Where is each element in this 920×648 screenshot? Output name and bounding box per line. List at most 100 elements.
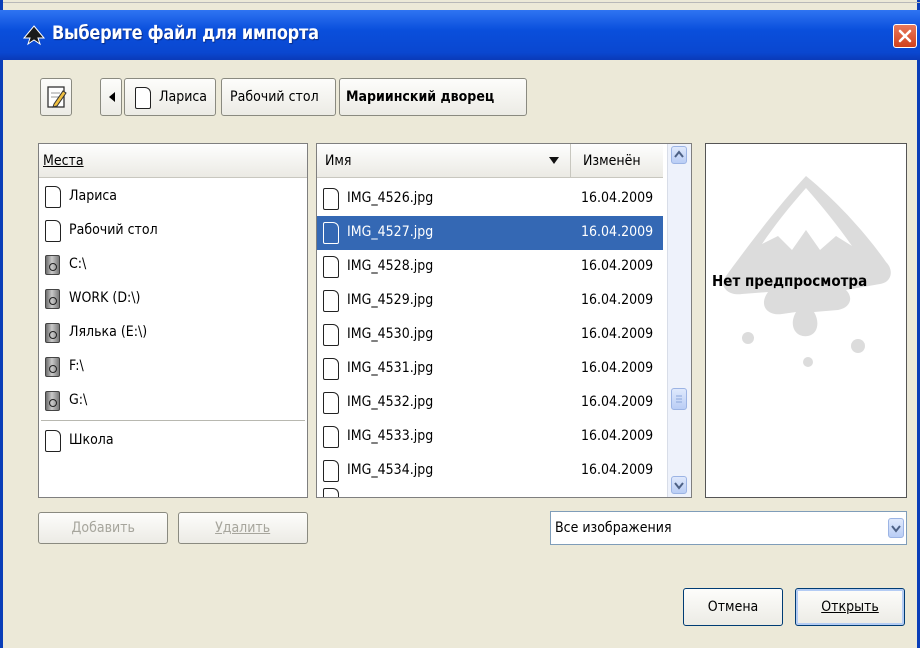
drive-icon xyxy=(45,255,60,275)
file-row-selected[interactable]: IMG_4527.jpg 16.04.2009 xyxy=(317,216,663,250)
left-arrow-icon xyxy=(109,92,115,102)
preview-panel: Нет предпросмотра xyxy=(705,143,907,498)
file-icon xyxy=(323,358,339,380)
places-header-label: Места xyxy=(43,153,84,169)
crumb-label: Лариса xyxy=(159,89,208,105)
file-icon xyxy=(323,188,339,210)
column-modified-label: Изменён xyxy=(583,153,641,169)
file-name: IMG_4533.jpg xyxy=(347,428,434,444)
places-header[interactable]: Места xyxy=(39,144,307,178)
inkscape-icon xyxy=(22,25,46,46)
path-crumb-current[interactable]: Мариинский дворец xyxy=(339,78,527,116)
file-type-filter[interactable]: Все изображения xyxy=(550,511,907,545)
column-header-modified[interactable]: Изменён xyxy=(571,144,663,178)
file-date: 16.04.2009 xyxy=(581,360,654,376)
file-name: IMG_4531.jpg xyxy=(347,360,434,376)
places-item[interactable]: Школа xyxy=(39,424,307,458)
file-row[interactable]: IMG_4529.jpg 16.04.2009 xyxy=(317,284,663,318)
dialog-title: Выберите файл для импорта xyxy=(52,22,319,44)
places-item-label: C:\ xyxy=(69,256,87,272)
file-date: 16.04.2009 xyxy=(581,462,654,478)
file-icon xyxy=(323,290,339,312)
cancel-button[interactable]: Отмена xyxy=(683,588,783,626)
crumb-label: Рабочий стол xyxy=(230,89,319,105)
file-row[interactable]: IMG_4532.jpg 16.04.2009 xyxy=(317,386,663,420)
file-icon xyxy=(323,426,339,448)
file-type-filter-value: Все изображения xyxy=(555,520,672,536)
files-panel: Имя Изменён IMG_4526.jpg 16.04.2009 IMG_… xyxy=(316,143,692,498)
file-row[interactable]: IMG_4528.jpg 16.04.2009 xyxy=(317,250,663,284)
remove-place-label: Удалить xyxy=(215,520,271,536)
places-item[interactable]: Лариса xyxy=(39,180,307,214)
places-item-label: G:\ xyxy=(69,392,88,408)
file-date: 16.04.2009 xyxy=(581,428,654,444)
partial-file-row xyxy=(323,488,339,497)
places-item-label: WORK (D:\) xyxy=(69,290,141,306)
places-item[interactable]: WORK (D:\) xyxy=(39,282,307,316)
file-icon xyxy=(323,256,339,278)
column-name-label: Имя xyxy=(325,153,352,169)
file-row[interactable]: IMG_4531.jpg 16.04.2009 xyxy=(317,352,663,386)
drive-icon xyxy=(45,357,60,377)
places-separator xyxy=(41,420,305,421)
files-scrollbar[interactable] xyxy=(667,144,691,497)
folder-icon xyxy=(45,220,61,242)
column-header-name[interactable]: Имя xyxy=(317,144,571,178)
places-item-label: Лялька (E:\) xyxy=(69,324,148,340)
folder-icon xyxy=(45,430,61,452)
drive-icon xyxy=(45,323,60,343)
file-icon xyxy=(323,460,339,482)
file-date: 16.04.2009 xyxy=(581,224,654,240)
places-item-label: Рабочий стол xyxy=(69,222,158,238)
file-row[interactable]: IMG_4534.jpg 16.04.2009 xyxy=(317,454,663,488)
places-item[interactable]: Рабочий стол xyxy=(39,214,307,248)
file-name: IMG_4532.jpg xyxy=(347,394,434,410)
file-name: IMG_4534.jpg xyxy=(347,462,434,478)
file-icon xyxy=(323,222,339,244)
edit-location-icon xyxy=(47,86,67,108)
filter-dropdown-button[interactable] xyxy=(888,518,904,538)
open-button[interactable]: Открыть xyxy=(795,588,905,626)
file-row[interactable]: IMG_4526.jpg 16.04.2009 xyxy=(317,182,663,216)
places-item-label: Лариса xyxy=(69,188,118,204)
grip-icon xyxy=(676,395,682,403)
file-name: IMG_4529.jpg xyxy=(347,292,434,308)
file-icon xyxy=(323,324,339,346)
path-back-button[interactable] xyxy=(100,78,122,116)
scroll-up-button[interactable] xyxy=(671,146,687,164)
file-date: 16.04.2009 xyxy=(581,258,654,274)
remove-place-button[interactable]: Удалить xyxy=(178,512,308,544)
drive-icon xyxy=(45,391,60,411)
places-item[interactable]: Лялька (E:\) xyxy=(39,316,307,350)
path-crumb-home[interactable]: Лариса xyxy=(124,78,216,116)
places-item[interactable]: G:\ xyxy=(39,384,307,418)
close-button[interactable] xyxy=(893,24,917,48)
add-place-button[interactable]: Добавить xyxy=(38,512,168,544)
places-item-label: F:\ xyxy=(69,358,84,374)
folder-icon xyxy=(135,87,151,109)
places-panel: Места Лариса Рабочий стол C:\ WORK (D:\)… xyxy=(38,143,308,498)
places-item[interactable]: F:\ xyxy=(39,350,307,384)
open-label: Открыть xyxy=(821,599,879,615)
file-icon xyxy=(323,392,339,414)
path-crumb-desktop[interactable]: Рабочий стол xyxy=(221,78,336,116)
drive-icon xyxy=(45,289,60,309)
places-item[interactable]: C:\ xyxy=(39,248,307,282)
crumb-label: Мариинский дворец xyxy=(346,89,495,105)
file-name: IMG_4530.jpg xyxy=(347,326,434,342)
no-preview-label: Нет предпросмотра xyxy=(712,272,868,290)
edit-location-button[interactable] xyxy=(40,78,72,116)
file-row[interactable]: IMG_4530.jpg 16.04.2009 xyxy=(317,318,663,352)
scroll-thumb[interactable] xyxy=(671,388,687,410)
file-name: IMG_4526.jpg xyxy=(347,190,434,206)
scroll-down-button[interactable] xyxy=(671,476,687,494)
close-icon xyxy=(898,29,912,43)
file-row[interactable]: IMG_4533.jpg 16.04.2009 xyxy=(317,420,663,454)
up-arrow-icon xyxy=(674,150,684,158)
down-arrow-icon xyxy=(674,482,684,490)
title-bar[interactable]: Выберите файл для импорта xyxy=(0,10,920,60)
places-item-label: Школа xyxy=(69,432,114,448)
file-name: IMG_4528.jpg xyxy=(347,258,434,274)
file-date: 16.04.2009 xyxy=(581,190,654,206)
cancel-label: Отмена xyxy=(707,599,759,615)
